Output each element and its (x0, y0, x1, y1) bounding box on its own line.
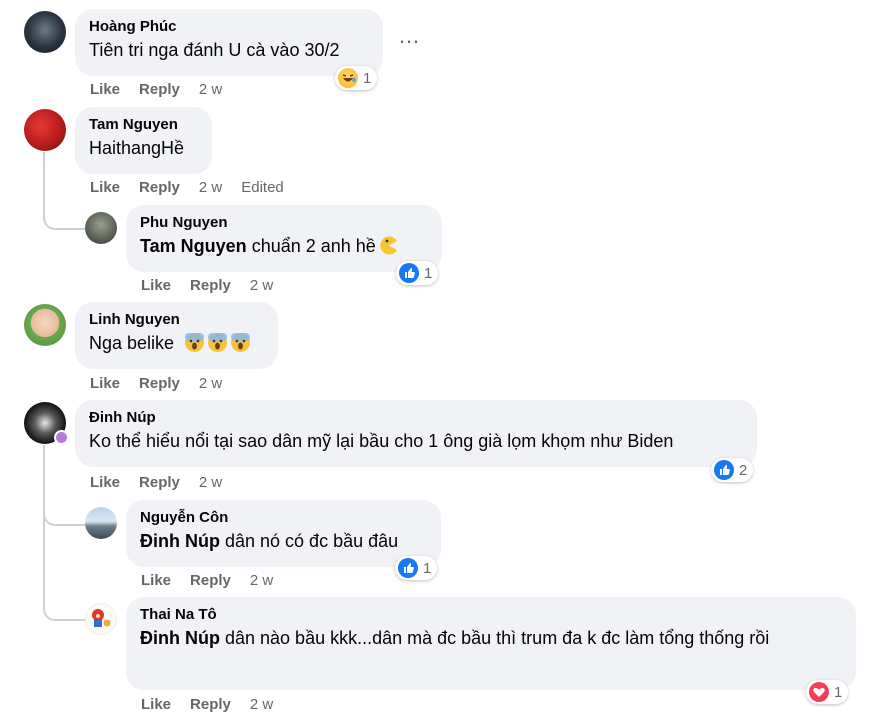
reply-link[interactable]: Reply (190, 277, 231, 294)
reaction-badge[interactable]: 1 (396, 261, 439, 285)
reply-text: dân nào bầu kkk...dân mà đc bầu thì trum… (219, 628, 770, 648)
comment-bubble: Tam Nguyen HaithangHề (75, 107, 212, 174)
thread-elbow-3 (43, 520, 85, 621)
comment-actions: Like Reply 2 w (90, 375, 241, 392)
reply-link[interactable]: Reply (139, 474, 180, 491)
like-link[interactable]: Like (141, 696, 171, 713)
mention-link[interactable]: Tam Nguyen (140, 236, 247, 256)
comment-text: HaithangHề (89, 138, 185, 158)
edited-label: Edited (241, 179, 284, 196)
online-badge-icon (54, 430, 69, 445)
comment-actions: Like Reply 2 w (90, 81, 241, 98)
comment-actions: Like Reply 2 w (141, 572, 292, 589)
comment-text: Ko thể hiểu nổi tại sao dân mỹ lại bầu c… (89, 431, 674, 451)
reply-bubble: Phu Nguyen Tam Nguyen chuẩn 2 anh hề (126, 205, 442, 272)
reply-bubble: Thai Na Tô Đinh Núp dân nào bầu kkk...dâ… (126, 597, 856, 690)
comment-actions: Like Reply 2 w Edited (90, 179, 303, 196)
pacman-emoji-icon (378, 235, 399, 256)
reaction-count: 1 (424, 264, 433, 282)
haha-reaction-icon (338, 68, 358, 88)
reply-text: dân nó có đc bầu đâu (219, 531, 399, 551)
reaction-count: 1 (363, 69, 372, 87)
like-reaction-icon (398, 558, 418, 578)
scream-emoji-icon (230, 332, 251, 353)
comment-actions: Like Reply 2 w (141, 696, 292, 713)
comment-text: Nga belike (89, 330, 264, 356)
like-link[interactable]: Like (90, 474, 120, 491)
love-reaction-icon (809, 682, 829, 702)
mention-link[interactable]: Đinh Núp (140, 628, 220, 648)
comment-author[interactable]: Linh Nguyen (89, 310, 264, 329)
comment-bubble: Hoàng Phúc Tiên tri nga đánh U cà vào 30… (75, 9, 383, 76)
avatar[interactable] (24, 11, 66, 53)
comment-author[interactable]: Hoàng Phúc (89, 17, 369, 36)
like-reaction-icon (714, 460, 734, 480)
reply-text: chuẩn 2 anh hề (246, 236, 376, 256)
comment-author[interactable]: Tam Nguyen (89, 115, 198, 134)
timestamp[interactable]: 2 w (250, 572, 273, 589)
reply-link[interactable]: Reply (139, 81, 180, 98)
comment-bubble: Đinh Núp Ko thể hiểu nổi tại sao dân mỹ … (75, 400, 757, 467)
avatar[interactable] (85, 507, 117, 539)
reply-link[interactable]: Reply (139, 179, 180, 196)
reply-link[interactable]: Reply (139, 375, 180, 392)
timestamp[interactable]: 2 w (250, 277, 273, 294)
comment-text: Tiên tri nga đánh U cà vào 30/2 (89, 40, 340, 60)
reaction-badge[interactable]: 1 (806, 680, 849, 704)
like-link[interactable]: Like (141, 572, 171, 589)
avatar[interactable] (85, 212, 117, 244)
scream-emoji-icon (184, 332, 205, 353)
avatar[interactable] (85, 603, 117, 635)
timestamp[interactable]: 2 w (199, 375, 222, 392)
comment-text: Tam Nguyen chuẩn 2 anh hề (140, 233, 428, 259)
cartoon-avatar-icon (92, 609, 111, 627)
reply-bubble: Nguyễn Côn Đinh Núp dân nó có đc bầu đâu (126, 500, 441, 567)
timestamp[interactable]: 2 w (199, 81, 222, 98)
comment-author[interactable]: Phu Nguyen (140, 213, 428, 232)
like-link[interactable]: Like (141, 277, 171, 294)
like-link[interactable]: Like (90, 81, 120, 98)
mention-link[interactable]: Đinh Núp (140, 531, 220, 551)
reply-link[interactable]: Reply (190, 696, 231, 713)
comment-text-content: Nga belike (89, 333, 175, 353)
reaction-badge[interactable]: 1 (335, 66, 378, 90)
like-link[interactable]: Like (90, 179, 120, 196)
reply-link[interactable]: Reply (190, 572, 231, 589)
avatar[interactable] (24, 109, 66, 151)
timestamp[interactable]: 2 w (250, 696, 273, 713)
comment-actions: Like Reply 2 w (90, 474, 241, 491)
like-reaction-icon (399, 263, 419, 283)
reaction-count: 1 (834, 683, 843, 701)
like-link[interactable]: Like (90, 375, 120, 392)
comment-author[interactable]: Đinh Núp (89, 408, 743, 427)
reaction-badge[interactable]: 1 (395, 556, 438, 580)
more-options-icon[interactable]: … (398, 25, 420, 47)
avatar[interactable] (24, 304, 66, 346)
comment-actions: Like Reply 2 w (141, 277, 292, 294)
reaction-badge[interactable]: 2 (711, 458, 754, 482)
thread-elbow-1 (43, 190, 85, 230)
comment-text: Đinh Núp dân nào bầu kkk...dân mà đc bầu… (140, 625, 842, 651)
reaction-count: 2 (739, 461, 748, 479)
comment-author[interactable]: Thai Na Tô (140, 605, 842, 624)
scream-emoji-icon (207, 332, 228, 353)
timestamp[interactable]: 2 w (199, 474, 222, 491)
comment-bubble: Linh Nguyen Nga belike (75, 302, 278, 369)
comment-text: Đinh Núp dân nó có đc bầu đâu (140, 528, 427, 554)
comment-author[interactable]: Nguyễn Côn (140, 508, 427, 527)
reaction-count: 1 (423, 559, 432, 577)
timestamp[interactable]: 2 w (199, 179, 222, 196)
